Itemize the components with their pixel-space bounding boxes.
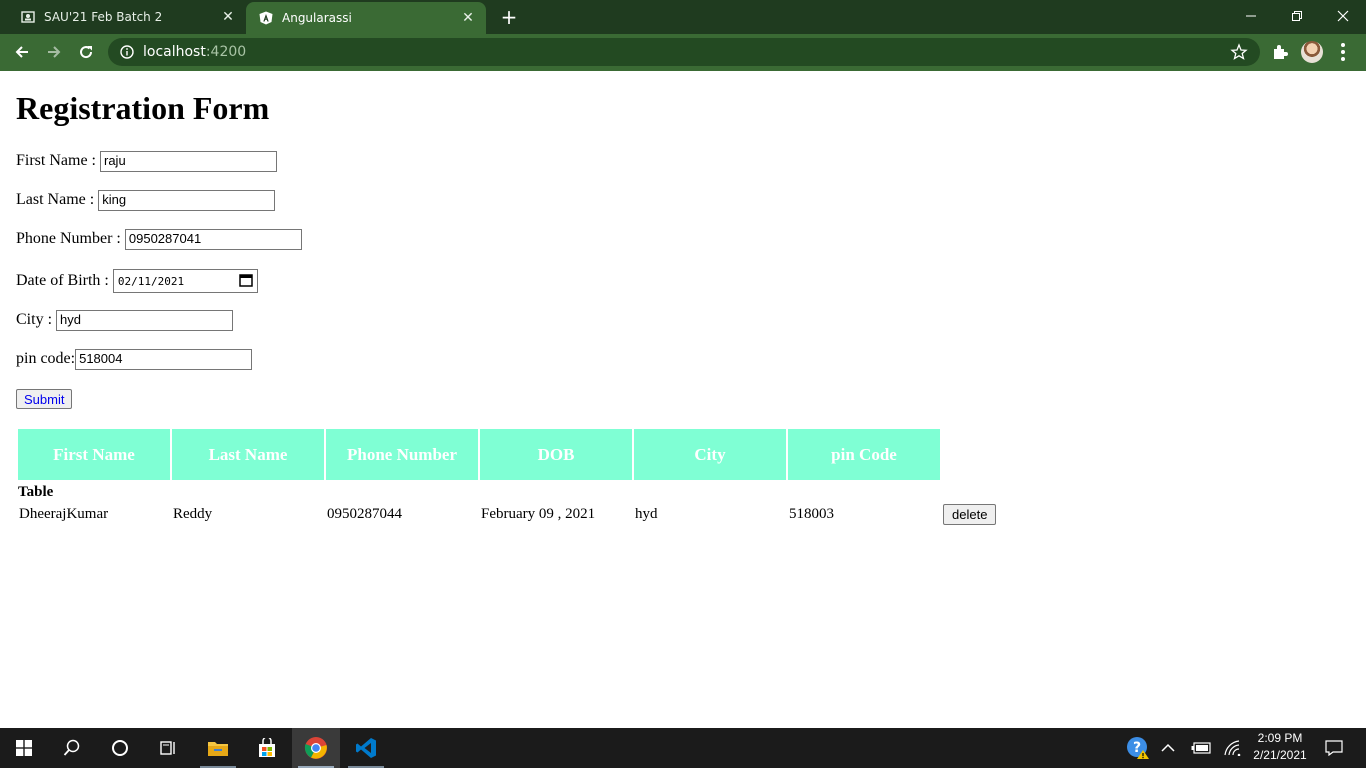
header-city: City (634, 429, 786, 480)
wifi-icon[interactable] (1222, 728, 1244, 768)
minimize-button[interactable] (1228, 0, 1274, 32)
phone-label: Phone Number : (16, 230, 121, 247)
table-header: First Name Last Name Phone Number DOB Ci… (18, 429, 942, 480)
tab-title: Angularassi (282, 11, 352, 25)
calendar-icon[interactable] (239, 273, 253, 290)
file-explorer-icon[interactable] (194, 728, 242, 768)
system-clock[interactable]: 2:09 PM 2/21/2021 (1246, 730, 1314, 766)
task-view-icon[interactable] (144, 728, 192, 768)
chrome-icon[interactable] (292, 728, 340, 768)
search-icon[interactable] (48, 728, 96, 768)
cell-pin: 518003 (789, 505, 834, 522)
angular-icon (258, 10, 274, 26)
kebab-menu-icon[interactable] (1336, 42, 1350, 62)
delete-button[interactable]: delete (943, 503, 997, 525)
first-name-input[interactable]: raju (100, 150, 277, 172)
notification-icon[interactable] (1320, 728, 1348, 768)
dob-date-input[interactable]: 02/11/2021 (112, 269, 258, 293)
url-port: :4200 (205, 44, 247, 60)
url-host: localhost (143, 44, 206, 60)
clock-time: 2:09 PM (1257, 731, 1303, 745)
start-windows-icon[interactable] (0, 728, 48, 768)
header-phone-number: Phone Number (326, 429, 478, 480)
header-last-name: Last Name (172, 429, 324, 480)
reload-button[interactable] (73, 39, 99, 65)
table-row: DheerajKumar Reddy 0950287044 February 0… (18, 503, 997, 525)
browser-tab-strip: SAU'21 Feb Batch 2 ✕ Angularassi ✕ + (0, 0, 1366, 34)
clock-date: 2/21/2021 (1253, 748, 1307, 762)
store-icon[interactable] (243, 728, 291, 768)
last-name-label: Last Name : (16, 191, 95, 208)
last-name-row: Last Name : king (16, 189, 276, 211)
close-window-button[interactable] (1320, 0, 1366, 32)
address-bar[interactable]: localhost:4200 (108, 38, 1260, 66)
reload-icon (80, 46, 93, 59)
windows-taskbar: ? 2:09 PM 2/21/2021 (0, 728, 1366, 768)
bookmark-star-icon[interactable] (1230, 43, 1248, 61)
extensions-puzzle-icon[interactable] (1270, 42, 1290, 62)
arrow-right-icon (48, 46, 61, 58)
dob-value: 02/11/2021 (117, 274, 185, 288)
submit-button[interactable]: Submit (16, 389, 73, 409)
cell-city: hyd (635, 505, 658, 522)
tab-sau-feb-batch[interactable]: SAU'21 Feb Batch 2 ✕ (8, 0, 246, 34)
new-tab-button[interactable]: + (498, 6, 520, 28)
cell-last-name: Reddy (173, 505, 213, 522)
back-button[interactable] (9, 39, 35, 65)
arrow-left-icon (15, 46, 28, 58)
city-row: City : hyd (16, 309, 234, 331)
dob-label: Date of Birth : (16, 272, 109, 289)
phone-input[interactable]: 0950287041 (124, 228, 302, 250)
page-content: Registration Form First Name : raju Last… (0, 71, 1366, 728)
help-icon[interactable]: ? (1124, 728, 1152, 768)
header-dob: DOB (480, 429, 632, 480)
close-icon (1337, 10, 1349, 22)
profile-avatar[interactable] (1301, 41, 1323, 63)
svg-text:?: ? (1133, 740, 1141, 756)
tab-angularassi[interactable]: Angularassi ✕ (246, 2, 486, 34)
vscode-icon[interactable] (342, 728, 390, 768)
pin-row: pin code: 518004 (16, 348, 253, 370)
tab-title: SAU'21 Feb Batch 2 (44, 10, 163, 24)
header-first-name: First Name (18, 429, 170, 480)
table-caption: Table (18, 484, 54, 500)
page-title: Registration Form (16, 90, 270, 126)
close-tab-icon[interactable]: ✕ (458, 8, 478, 28)
last-name-input[interactable]: king (98, 189, 276, 211)
city-label: City : (16, 311, 53, 328)
pin-label: pin code: (16, 350, 76, 367)
classroom-icon (20, 9, 36, 25)
cell-first-name: DheerajKumar (19, 505, 109, 522)
first-name-label: First Name : (16, 152, 96, 169)
header-pin-code: pin Code (788, 429, 940, 480)
show-hidden-icons-chevron-up-icon[interactable] (1158, 728, 1178, 768)
first-name-row: First Name : raju (16, 150, 277, 172)
info-icon[interactable] (119, 44, 135, 60)
restore-icon (1292, 11, 1302, 21)
dob-row: Date of Birth : 02/11/2021 (16, 268, 258, 294)
cell-dob: February 09 , 2021 (481, 505, 596, 522)
city-input[interactable]: hyd (56, 309, 234, 331)
battery-icon[interactable] (1190, 728, 1212, 768)
minimize-icon (1246, 15, 1256, 17)
restore-button[interactable] (1274, 0, 1320, 32)
pin-input[interactable]: 518004 (75, 348, 253, 370)
cortana-icon[interactable] (96, 728, 144, 768)
phone-row: Phone Number : 0950287041 (16, 228, 302, 250)
forward-button[interactable] (41, 39, 67, 65)
close-tab-icon[interactable]: ✕ (218, 7, 238, 27)
cell-phone: 0950287044 (327, 505, 402, 522)
